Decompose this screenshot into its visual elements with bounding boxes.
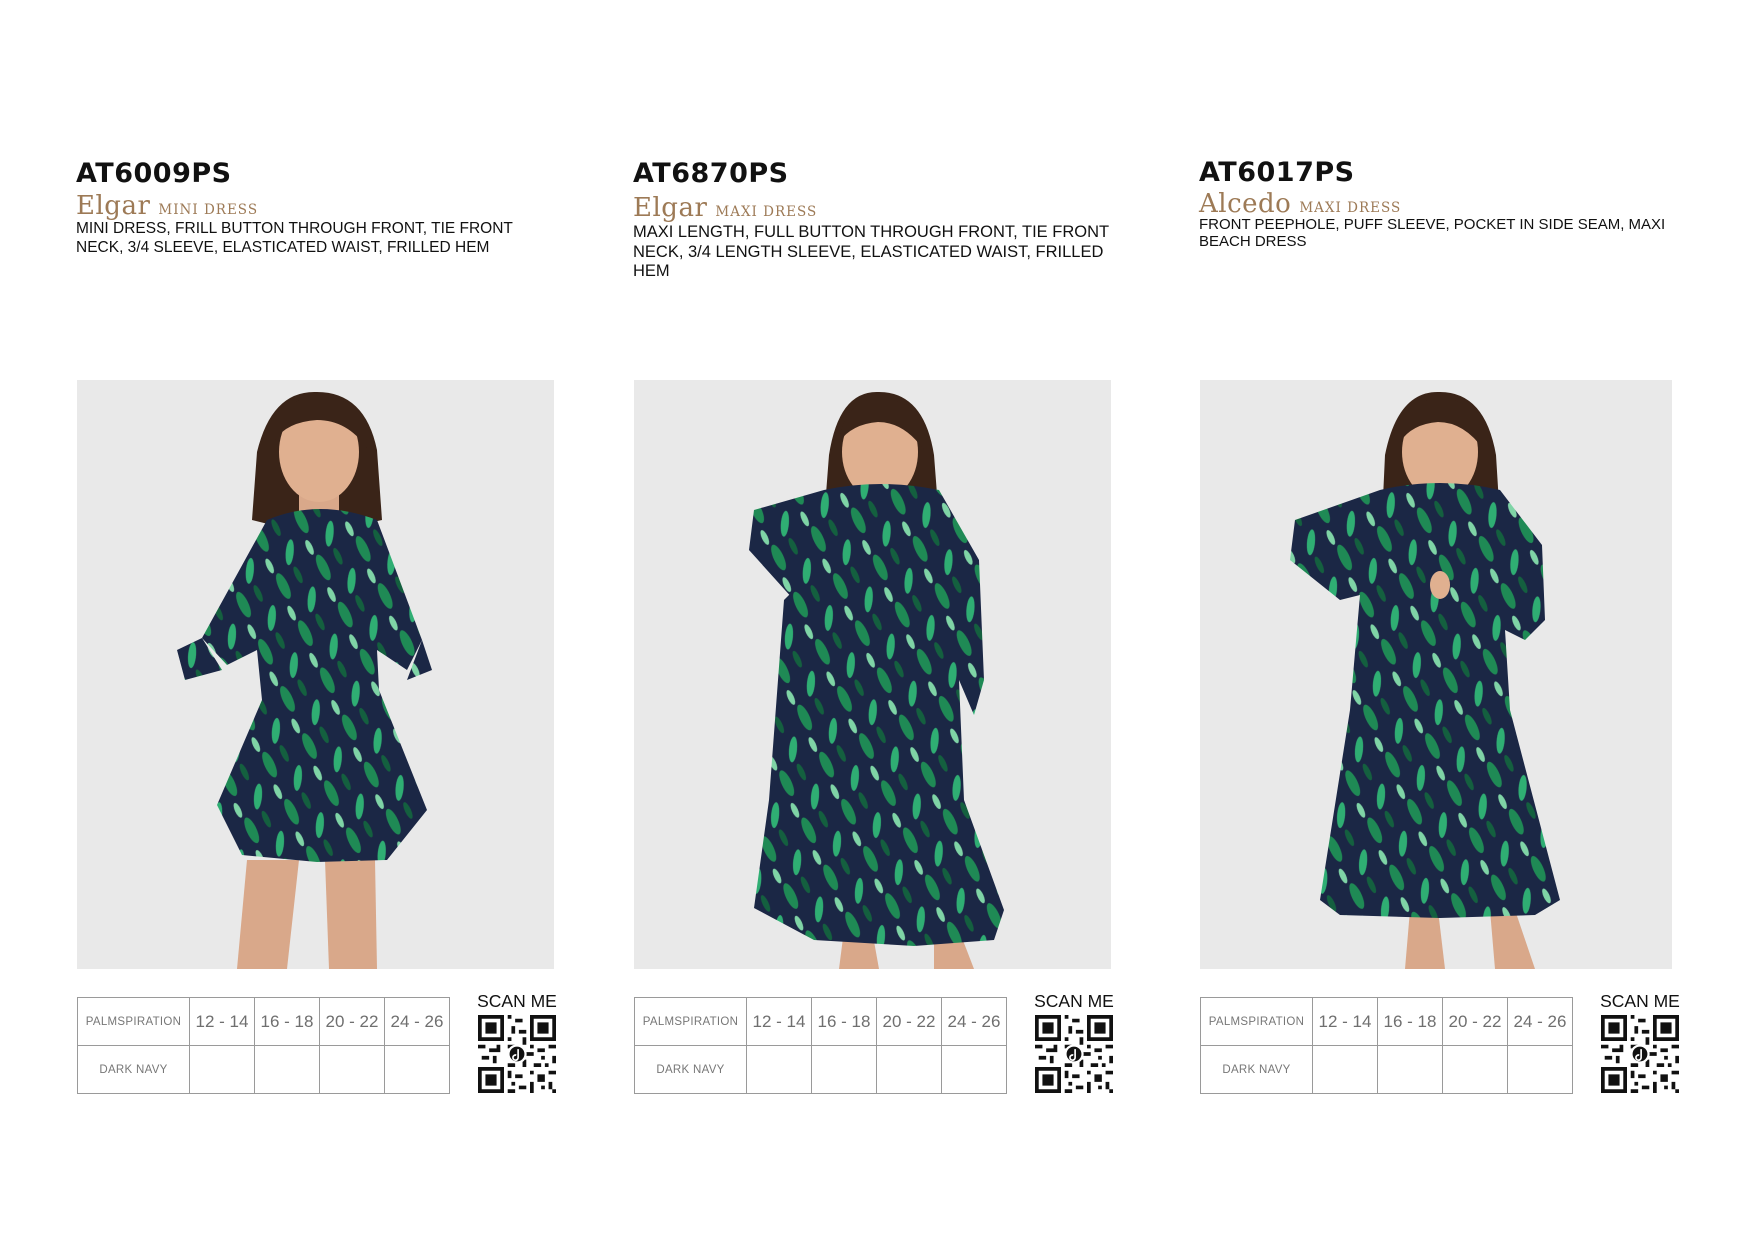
- size-header-row: PALMSPIRATION 12 - 14 16 - 18 20 - 22 24…: [1200, 997, 1573, 1046]
- size-cell: 20 - 22: [1442, 997, 1508, 1046]
- product-code: AT6009PS: [76, 158, 232, 189]
- scan-block[interactable]: SCAN ME: [477, 991, 557, 1093]
- size-cell: 16 - 18: [254, 997, 320, 1046]
- print-name-cell: PALMSPIRATION: [634, 997, 747, 1046]
- model-illustration: [749, 391, 1004, 969]
- size-table: PALMSPIRATION 12 - 14 16 - 18 20 - 22 24…: [634, 997, 1007, 1094]
- product-type: MAXI DRESS: [1299, 200, 1402, 216]
- size-cell: 20 - 22: [319, 997, 385, 1046]
- scan-block[interactable]: SCAN ME: [1600, 991, 1680, 1093]
- product-description: MAXI LENGTH, FULL BUTTON THROUGH FRONT, …: [633, 223, 1109, 280]
- size-cell: 12 - 14: [1312, 997, 1378, 1046]
- scan-me-label: SCAN ME: [477, 991, 557, 1011]
- product-card-at6017ps: AT6017PS Alcedo MAXI DRESS FRONT PEEPHOLE…: [1199, 0, 1680, 1245]
- quantity-cell[interactable]: [384, 1045, 450, 1094]
- product-name-line: Alcedo MAXI DRESS: [1199, 189, 1401, 219]
- product-description: MINI DRESS, FRILL BUTTON THROUGH FRONT, …: [76, 220, 513, 256]
- size-header-row: PALMSPIRATION 12 - 14 16 - 18 20 - 22 24…: [77, 997, 450, 1046]
- size-cell: 12 - 14: [746, 997, 812, 1046]
- product-type: MAXI DRESS: [715, 204, 818, 220]
- product-photo: [1200, 380, 1672, 969]
- product-description: FRONT PEEPHOLE, PUFF SLEEVE, POCKET IN S…: [1199, 216, 1666, 250]
- quantity-cell[interactable]: [319, 1045, 385, 1094]
- product-type: MINI DRESS: [158, 202, 259, 218]
- product-photo: [77, 380, 554, 969]
- product-name-line: Elgar MAXI DRESS: [633, 193, 817, 223]
- quantity-cell[interactable]: [1442, 1045, 1508, 1094]
- quantity-cell[interactable]: [1312, 1045, 1378, 1094]
- quantity-cell[interactable]: [811, 1045, 877, 1094]
- colour-cell: DARK NAVY: [77, 1045, 190, 1094]
- product-photo: [634, 380, 1111, 969]
- colour-row: DARK NAVY: [77, 1045, 450, 1094]
- product-card-at6870ps: AT6870PS Elgar MAXI DRESS MAXI LENGTH, FU…: [633, 0, 1114, 1245]
- product-name: Elgar: [633, 193, 708, 223]
- size-cell: 24 - 26: [384, 997, 450, 1046]
- quantity-cell[interactable]: [876, 1045, 942, 1094]
- quantity-cell[interactable]: [254, 1045, 320, 1094]
- colour-cell: DARK NAVY: [1200, 1045, 1313, 1094]
- product-name: Elgar: [76, 191, 151, 221]
- print-name-cell: PALMSPIRATION: [1200, 997, 1313, 1046]
- model-illustration: [177, 391, 432, 969]
- scan-me-label: SCAN ME: [1600, 991, 1680, 1011]
- qr-code-icon[interactable]: [478, 1015, 556, 1093]
- quantity-cell[interactable]: [746, 1045, 812, 1094]
- size-cell: 16 - 18: [811, 997, 877, 1046]
- colour-row: DARK NAVY: [1200, 1045, 1573, 1094]
- scan-block[interactable]: SCAN ME: [1034, 991, 1114, 1093]
- colour-cell: DARK NAVY: [634, 1045, 747, 1094]
- size-cell: 12 - 14: [189, 997, 255, 1046]
- product-card-at6009ps: AT6009PS Elgar MINI DRESS MINI DRESS, FRI…: [76, 0, 557, 1245]
- scan-me-label: SCAN ME: [1034, 991, 1114, 1011]
- size-cell: 24 - 26: [1507, 997, 1573, 1046]
- size-cell: 20 - 22: [876, 997, 942, 1046]
- size-cell: 16 - 18: [1377, 997, 1443, 1046]
- product-code: AT6017PS: [1199, 157, 1355, 188]
- qr-code-icon[interactable]: [1601, 1015, 1679, 1093]
- model-illustration: [1290, 391, 1560, 969]
- print-name-cell: PALMSPIRATION: [77, 997, 190, 1046]
- colour-row: DARK NAVY: [634, 1045, 1007, 1094]
- quantity-cell[interactable]: [1377, 1045, 1443, 1094]
- quantity-cell[interactable]: [1507, 1045, 1573, 1094]
- quantity-cell[interactable]: [189, 1045, 255, 1094]
- size-header-row: PALMSPIRATION 12 - 14 16 - 18 20 - 22 24…: [634, 997, 1007, 1046]
- size-table: PALMSPIRATION 12 - 14 16 - 18 20 - 22 24…: [77, 997, 450, 1094]
- qr-code-icon[interactable]: [1035, 1015, 1113, 1093]
- size-table: PALMSPIRATION 12 - 14 16 - 18 20 - 22 24…: [1200, 997, 1573, 1094]
- product-name-line: Elgar MINI DRESS: [76, 191, 258, 221]
- product-code: AT6870PS: [633, 158, 789, 189]
- product-name: Alcedo: [1199, 189, 1292, 219]
- quantity-cell[interactable]: [941, 1045, 1007, 1094]
- size-cell: 24 - 26: [941, 997, 1007, 1046]
